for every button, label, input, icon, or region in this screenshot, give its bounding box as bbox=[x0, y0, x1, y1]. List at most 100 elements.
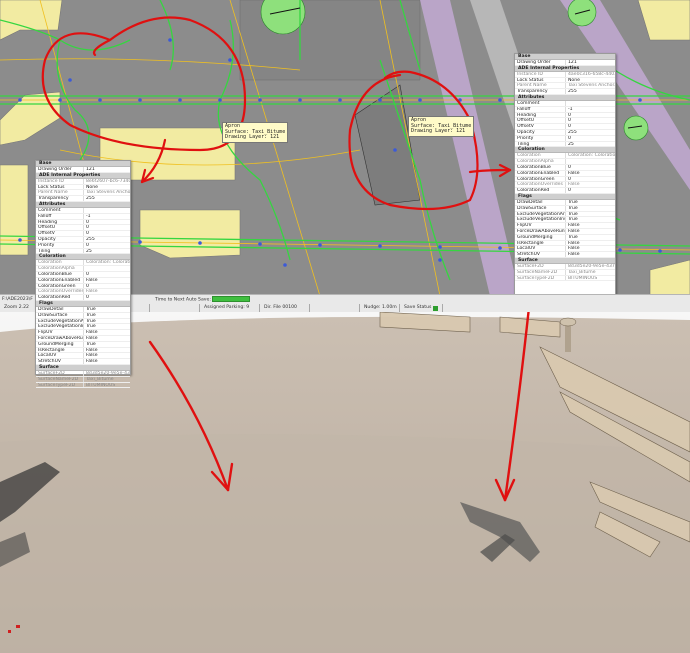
property-value[interactable]: True bbox=[83, 318, 130, 324]
property-value[interactable]: 8d3d5e20-9e5e-437... bbox=[565, 263, 615, 269]
property-key: Drawing Order bbox=[517, 60, 551, 65]
property-value[interactable]: 255 bbox=[83, 236, 130, 242]
property-value[interactable]: True bbox=[565, 211, 615, 217]
property-value[interactable]: Taxi_Bitume bbox=[565, 269, 615, 275]
property-value[interactable]: False bbox=[83, 330, 130, 335]
property-value[interactable]: 121 bbox=[83, 167, 130, 172]
property-value[interactable]: False bbox=[565, 170, 615, 176]
save-status-label: Save Status bbox=[404, 305, 432, 310]
property-value[interactable]: False bbox=[83, 289, 130, 295]
apron-polygon[interactable] bbox=[354, 84, 421, 206]
terminal-building-polygon[interactable] bbox=[0, 164, 29, 256]
property-value[interactable]: Taxi Stevens Anchor... bbox=[83, 190, 130, 196]
property-value[interactable]: 0 bbox=[565, 118, 615, 124]
property-value[interactable]: 0 bbox=[565, 124, 615, 129]
property-value[interactable]: True bbox=[83, 324, 130, 330]
property-row[interactable]: SurfaceTypeF2D BITUMINOUS bbox=[36, 382, 130, 389]
property-value[interactable]: True bbox=[565, 234, 615, 240]
stand-circle[interactable] bbox=[567, 0, 597, 27]
property-value[interactable]: 0 bbox=[565, 112, 615, 118]
property-value[interactable]: True bbox=[83, 341, 130, 347]
property-key: GroundMerging bbox=[517, 234, 553, 240]
property-value[interactable]: False bbox=[565, 240, 615, 246]
property-value[interactable] bbox=[565, 100, 615, 106]
properties-panel-left[interactable]: Base Drawing Order 121 ADE Internal Propert… bbox=[35, 160, 131, 389]
property-value[interactable]: BITUMINOUS bbox=[565, 275, 615, 281]
property-value[interactable]: True bbox=[83, 306, 130, 312]
property-value[interactable]: -1 bbox=[565, 106, 615, 112]
property-value[interactable]: False bbox=[565, 182, 615, 188]
property-value[interactable]: Coloration: Coloration bbox=[83, 260, 130, 266]
property-value[interactable]: 4ae0c316-658c-440... bbox=[565, 71, 615, 77]
properties-panel-right[interactable]: Base Drawing Order 121 ADE Internal Propert… bbox=[514, 53, 616, 296]
property-row[interactable]: SurfaceTypeF2D BITUMINOUS bbox=[515, 275, 615, 282]
property-value[interactable]: 255 bbox=[83, 196, 130, 201]
property-key: ColorationBlue bbox=[517, 164, 551, 170]
terminal-building-polygon[interactable] bbox=[637, 0, 690, 41]
property-value[interactable]: 0 bbox=[565, 188, 615, 193]
property-value[interactable] bbox=[565, 159, 615, 164]
property-value[interactable]: Taxi Stevens Anchor... bbox=[565, 83, 615, 89]
property-value[interactable]: 0 bbox=[565, 164, 615, 170]
property-value[interactable]: 0 bbox=[83, 295, 130, 300]
stand-circle[interactable] bbox=[623, 115, 649, 141]
property-key: ColorationOverrides bbox=[38, 289, 83, 295]
property-value[interactable]: 255 bbox=[565, 129, 615, 135]
property-value[interactable]: True bbox=[565, 217, 615, 223]
property-value[interactable]: False bbox=[83, 277, 130, 283]
property-value[interactable]: False bbox=[83, 335, 130, 341]
property-key: DrawSurface bbox=[517, 205, 547, 211]
terminal-building-polygon[interactable] bbox=[139, 209, 241, 259]
property-value[interactable]: False bbox=[83, 359, 130, 364]
terminal-building-polygon[interactable] bbox=[649, 259, 690, 296]
property-value[interactable]: 0 bbox=[565, 176, 615, 182]
property-value[interactable]: None bbox=[565, 77, 615, 83]
property-key: FlipUV bbox=[38, 330, 53, 335]
property-key: Heading bbox=[38, 219, 58, 225]
save-status: Save Status bbox=[400, 304, 444, 312]
property-value[interactable]: Taxi_Bitume bbox=[83, 376, 130, 382]
property-key: ColorationGreen bbox=[38, 283, 76, 289]
property-value[interactable]: None bbox=[83, 184, 130, 190]
property-value[interactable]: 121 bbox=[565, 60, 615, 65]
property-key: ExcludeVegetationArou... bbox=[38, 318, 83, 324]
property-value[interactable]: 8d3d5e20-9e5e-437... bbox=[83, 370, 130, 376]
property-value[interactable]: 255 bbox=[565, 89, 615, 94]
property-key: ColorationRed bbox=[38, 295, 71, 300]
property-value[interactable]: False bbox=[565, 252, 615, 257]
property-value[interactable] bbox=[83, 207, 130, 213]
autosave-indicator: Time to Next Auto Save: bbox=[155, 296, 251, 303]
property-value[interactable]: 0 bbox=[83, 219, 130, 225]
property-value[interactable]: 8e6f2607-bc6-7340a... bbox=[83, 178, 130, 184]
property-value[interactable] bbox=[83, 266, 130, 271]
property-value[interactable]: 25 bbox=[83, 248, 130, 254]
property-value[interactable]: 0 bbox=[565, 135, 615, 141]
property-value[interactable]: 0 bbox=[83, 225, 130, 231]
property-value[interactable]: -1 bbox=[83, 213, 130, 219]
property-value[interactable]: True bbox=[83, 312, 130, 318]
property-value[interactable]: Coloration: Coloration bbox=[565, 153, 615, 159]
file-path-text: F:\ADE2023\F bbox=[2, 297, 33, 302]
property-value[interactable]: False bbox=[83, 353, 130, 359]
property-key: LocalUV bbox=[38, 353, 57, 359]
property-key: ColorationEnabled bbox=[517, 170, 560, 176]
property-value[interactable]: True bbox=[565, 199, 615, 205]
property-value[interactable]: 0 bbox=[83, 271, 130, 277]
property-value[interactable]: True bbox=[565, 205, 615, 211]
property-value[interactable]: 0 bbox=[83, 231, 130, 236]
property-key: GroundMerging bbox=[38, 341, 74, 347]
property-value[interactable]: False bbox=[83, 347, 130, 353]
property-value[interactable]: False bbox=[565, 246, 615, 252]
property-value[interactable]: False bbox=[565, 228, 615, 234]
property-value[interactable]: 0 bbox=[83, 283, 130, 289]
property-value[interactable]: BITUMINOUS bbox=[83, 382, 130, 388]
property-key: LocalUV bbox=[517, 246, 536, 252]
property-key: ColorationAlpha bbox=[517, 159, 554, 164]
property-value[interactable]: 25 bbox=[565, 141, 615, 147]
property-key: ForceDrawAboveRunway bbox=[517, 228, 565, 234]
property-key: SurfaceNameF2D bbox=[38, 376, 79, 382]
property-value[interactable]: False bbox=[565, 223, 615, 228]
property-value[interactable]: 0 bbox=[83, 242, 130, 248]
terminal-building-polygon[interactable] bbox=[0, 0, 63, 41]
map-tooltip-left: Apron Surface: Taxi_Bitume Drawing Layer… bbox=[222, 122, 289, 143]
